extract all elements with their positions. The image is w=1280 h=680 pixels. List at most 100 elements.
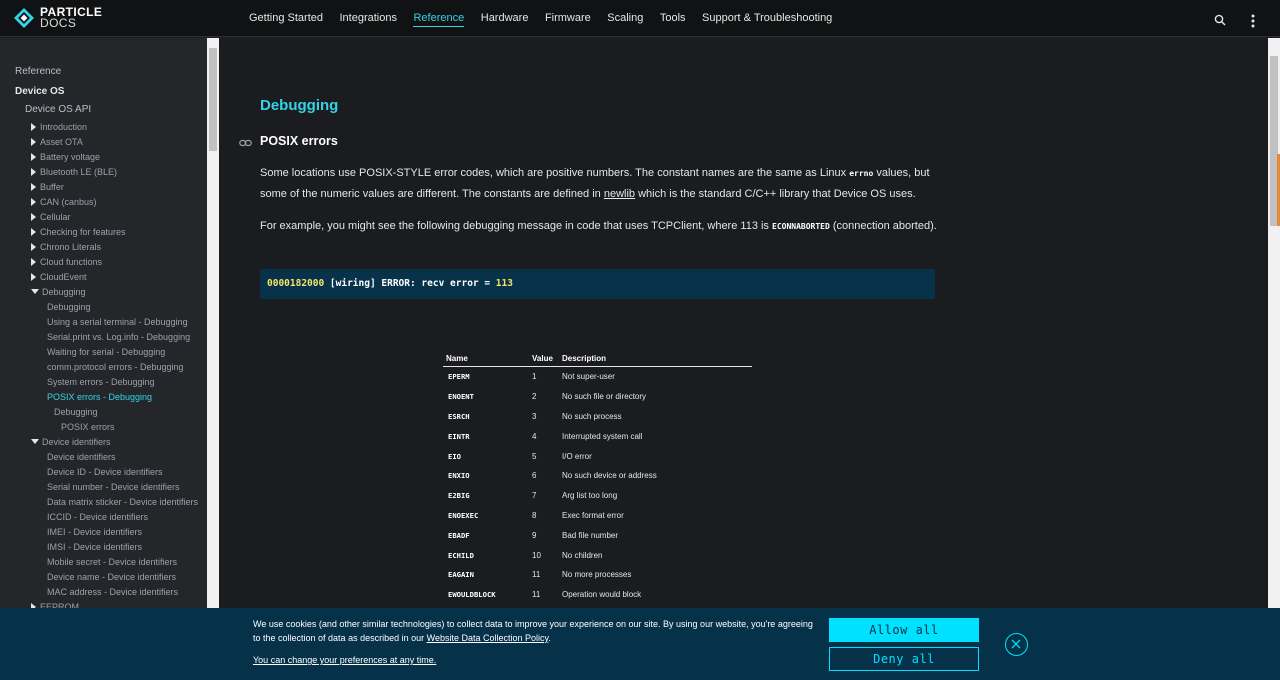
sidebar-subitem-serial-print-vs-log-info-debugging[interactable]: Serial.print vs. Log.info - Debugging (47, 332, 190, 342)
deny-all-button[interactable]: Deny all (829, 647, 979, 671)
error-name: ENXIO (448, 471, 470, 481)
sidebar-subitem-device-identifiers[interactable]: Device identifiers (47, 452, 116, 462)
inline-code-errno: errno (849, 169, 874, 178)
sidebar-scrollbar-thumb[interactable] (209, 48, 217, 151)
sidebar-section-device-os[interactable]: Device OS (15, 86, 64, 97)
table-header-row: Name Value Description (443, 346, 752, 367)
nav-item-getting-started[interactable]: Getting Started (249, 0, 323, 37)
search-icon[interactable] (1214, 14, 1226, 26)
expand-arrow-icon (31, 243, 36, 251)
sidebar-item-bluetooth-le-ble[interactable]: Bluetooth LE (BLE) (31, 167, 117, 177)
sidebar-item-asset-ota[interactable]: Asset OTA (31, 137, 83, 147)
sidebar-item-cloud-functions[interactable]: Cloud functions (31, 257, 102, 267)
sidebar-subitem-imsi-device-identifiers[interactable]: IMSI - Device identifiers (47, 542, 142, 552)
page-scrollbar[interactable] (1268, 38, 1280, 608)
nav-item-integrations[interactable]: Integrations (340, 0, 397, 37)
code-timestamp: 0000182000 (267, 278, 325, 289)
sidebar-subitem-using-a-serial-terminal-debugging[interactable]: Using a serial terminal - Debugging (47, 317, 188, 327)
sidebar-item-label: Serial number - Device identifiers (47, 482, 180, 492)
table-row: ENOEXEC 8 Exec format error (443, 506, 752, 526)
error-name: ECHILD (448, 550, 474, 560)
change-preferences-link[interactable]: You can change your preferences at any t… (253, 655, 436, 665)
error-name: EPERM (448, 372, 470, 382)
sidebar-item-label: Chrono Literals (40, 242, 102, 252)
nav-item-firmware[interactable]: Firmware (545, 0, 591, 37)
error-description: No such file or directory (562, 392, 647, 402)
data-collection-policy-link[interactable]: Website Data Collection Policy (427, 633, 549, 643)
error-name: EBADF (448, 530, 470, 540)
sidebar-toc-posix-errors[interactable]: POSIX errors (61, 422, 115, 432)
sidebar-subitem-imei-device-identifiers[interactable]: IMEI - Device identifiers (47, 527, 142, 537)
sidebar-item-battery-voltage[interactable]: Battery voltage (31, 152, 100, 162)
cookie-message: We use cookies (and other similar techno… (253, 617, 813, 645)
particle-docs-logo[interactable]: PARTICLE DOCS (14, 6, 102, 29)
paragraph-example: For example, you might see the following… (260, 216, 940, 237)
sidebar-item-checking-for-features[interactable]: Checking for features (31, 227, 126, 237)
error-description: No more processes (562, 570, 632, 580)
nav-item-scaling[interactable]: Scaling (607, 0, 643, 37)
sidebar-scrollbar[interactable] (207, 38, 219, 608)
newlib-link[interactable]: newlib (604, 188, 635, 200)
sidebar-item-cloudevent[interactable]: CloudEvent (31, 272, 87, 282)
anchor-link-icon[interactable] (239, 136, 252, 147)
expand-arrow-icon (31, 258, 36, 266)
sidebar-subitem-system-errors-debugging[interactable]: System errors - Debugging (47, 377, 155, 387)
close-banner-button[interactable] (1005, 633, 1028, 656)
sidebar-item-label: POSIX errors - Debugging (47, 392, 153, 402)
sidebar-item-label: CloudEvent (40, 272, 87, 282)
expand-arrow-icon (31, 153, 36, 161)
allow-all-button[interactable]: Allow all (829, 618, 979, 642)
nav-item-tools[interactable]: Tools (660, 0, 686, 37)
posix-errors-table: Name Value Description EPERM 1 Not super-u… (443, 346, 752, 605)
sidebar-item-label: IMEI - Device identifiers (47, 527, 143, 537)
sidebar-subitem-debugging[interactable]: Debugging (47, 302, 91, 312)
logo-wordmark: PARTICLE DOCS (40, 6, 102, 29)
collapse-arrow-icon (31, 439, 39, 444)
error-name: EINTR (448, 431, 470, 441)
error-value: 10 (532, 550, 541, 560)
section-heading-posix-errors: POSIX errors (260, 134, 338, 148)
error-name: E2BIG (448, 491, 470, 501)
sidebar-subitem-iccid-device-identifiers[interactable]: ICCID - Device identifiers (47, 512, 148, 522)
expand-arrow-icon (31, 123, 36, 131)
nav-item-label: Reference (413, 12, 465, 27)
nav-item-label: Support & Troubleshooting (702, 12, 833, 24)
sidebar-toc-debugging[interactable]: Debugging (54, 407, 98, 417)
error-value: 1 (532, 372, 537, 382)
sidebar-subitem-data-matrix-sticker-device-identifiers[interactable]: Data matrix sticker - Device identifiers (47, 497, 198, 507)
nav-item-label: Integrations (339, 12, 397, 24)
cookie-consent-banner: We use cookies (and other similar techno… (0, 608, 1280, 680)
sidebar-subsection-device-os-api[interactable]: Device OS API (25, 104, 91, 115)
close-icon (1011, 639, 1021, 649)
sidebar-item-label: ICCID - Device identifiers (47, 512, 149, 522)
error-description: I/O error (562, 451, 592, 461)
sidebar-subitem-waiting-for-serial-debugging[interactable]: Waiting for serial - Debugging (47, 347, 165, 357)
sidebar-item-buffer[interactable]: Buffer (31, 182, 64, 192)
sidebar-item-device-identifiers[interactable]: Device identifiers (31, 437, 111, 447)
sidebar-subitem-comm-protocol-errors-debugging[interactable]: comm.protocol errors - Debugging (47, 362, 184, 372)
sidebar-subitem-device-name-device-identifiers[interactable]: Device name - Device identifiers (47, 572, 176, 582)
more-options-icon[interactable] (1248, 13, 1258, 29)
sidebar-subitem-device-id-device-identifiers[interactable]: Device ID - Device identifiers (47, 467, 163, 477)
sidebar-item-can-canbus[interactable]: CAN (canbus) (31, 197, 97, 207)
table-row: ENOENT 2 No such file or directory (443, 387, 752, 407)
error-name: EAGAIN (448, 570, 474, 580)
sidebar-item-introduction[interactable]: Introduction (31, 122, 87, 132)
sidebar-item-label: Device identifiers (47, 452, 116, 462)
sidebar-item-label: Buffer (40, 182, 64, 192)
sidebar-item-cellular[interactable]: Cellular (31, 212, 71, 222)
nav-item-reference[interactable]: Reference (413, 0, 465, 37)
nav-item-support-troubleshooting[interactable]: Support & Troubleshooting (702, 0, 832, 37)
paragraph-intro: Some locations use POSIX-STYLE error cod… (260, 163, 940, 204)
sidebar-subitem-serial-number-device-identifiers[interactable]: Serial number - Device identifiers (47, 482, 180, 492)
sidebar-item-debugging[interactable]: Debugging (31, 287, 86, 297)
sidebar-subitem-mobile-secret-device-identifiers[interactable]: Mobile secret - Device identifiers (47, 557, 177, 567)
sidebar-item-label: Using a serial terminal - Debugging (47, 317, 188, 327)
sidebar-subitem-mac-address-device-identifiers[interactable]: MAC address - Device identifiers (47, 587, 178, 597)
table-row: EIO 5 I/O error (443, 446, 752, 466)
nav-item-hardware[interactable]: Hardware (481, 0, 529, 37)
sidebar-subitem-posix-errors-debugging[interactable]: POSIX errors - Debugging (47, 392, 152, 402)
sidebar-item-chrono-literals[interactable]: Chrono Literals (31, 242, 101, 252)
paragraph-text: Some locations use POSIX-STYLE error cod… (260, 167, 850, 179)
sidebar-heading[interactable]: Reference (15, 66, 61, 77)
